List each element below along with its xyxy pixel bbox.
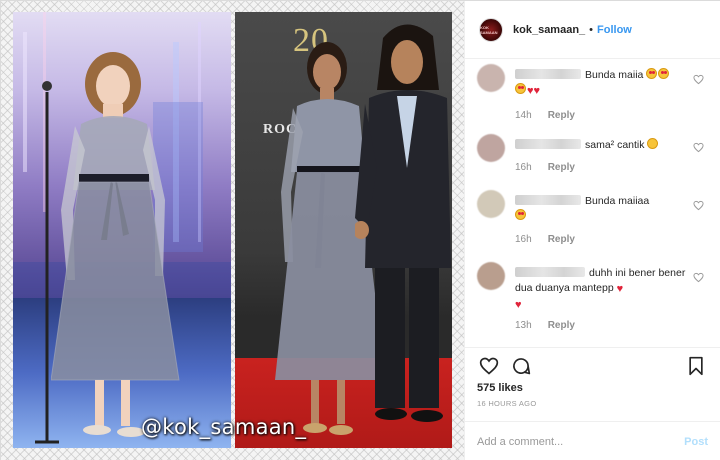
heart-eyes-emoji xyxy=(658,68,670,79)
instagram-post: 20 ROC @kok_samaan_ KOK SAMAAN kok_samaa… xyxy=(0,0,720,460)
comment-meta: 14h Reply xyxy=(515,110,575,121)
like-comment-heart-icon[interactable] xyxy=(693,200,704,211)
reply-button[interactable]: Reply xyxy=(548,234,575,245)
like-comment-heart-icon[interactable] xyxy=(693,142,704,153)
comment-item: Bunda maiia ♥♥ 14h Reply xyxy=(477,64,712,124)
commenter-avatar[interactable] xyxy=(477,262,505,290)
blurred-username[interactable] xyxy=(515,195,581,205)
reply-button[interactable]: Reply xyxy=(548,320,575,331)
comment-time: 16h xyxy=(515,162,532,173)
comment-time: 13h xyxy=(515,320,532,331)
separator-dot: • xyxy=(589,23,594,36)
comment-text: duhh ini bener bener dua duanya mantepp … xyxy=(515,266,688,313)
heart-eyes-emoji xyxy=(515,209,526,220)
comment-text: Bunda maiia ♥♥ xyxy=(515,68,688,99)
comment-meta: 13h Reply xyxy=(515,320,575,331)
avatar[interactable]: KOK SAMAAN xyxy=(479,17,503,42)
man-in-dark-suit xyxy=(355,24,451,422)
reply-button[interactable]: Reply xyxy=(548,110,575,121)
comment-body: Bunda maiia xyxy=(585,69,644,81)
likes-count[interactable]: 575 likes xyxy=(477,382,708,394)
red-heart-emoji: ♥ xyxy=(616,283,624,295)
comments-list: Bunda maiia ♥♥ 14h Reply sama² cantik 16h… xyxy=(465,60,720,347)
comment-meta: 16h Reply xyxy=(515,234,575,245)
post-timestamp[interactable]: 16 HOURS AGO xyxy=(477,399,708,408)
comment-body: Bunda maiiaa xyxy=(585,195,650,207)
save-button[interactable] xyxy=(684,354,708,378)
follow-button[interactable]: Follow xyxy=(597,24,632,36)
blurred-username[interactable] xyxy=(515,69,581,79)
blurred-username[interactable] xyxy=(515,139,581,149)
bookmark-icon xyxy=(689,356,703,376)
heart-eyes-emoji xyxy=(515,83,526,94)
comment-item: sama² cantik 16h Reply xyxy=(477,134,712,184)
post-actions: 575 likes 16 HOURS AGO xyxy=(465,347,720,415)
comment-text: Bunda maiiaa xyxy=(515,194,688,224)
like-comment-heart-icon[interactable] xyxy=(693,74,704,85)
comment-time: 16h xyxy=(515,234,532,245)
comment-button[interactable] xyxy=(509,354,533,378)
like-button[interactable] xyxy=(477,354,501,378)
red-heart-emoji: ♥ xyxy=(515,299,522,311)
username-link[interactable]: kok_samaan_ xyxy=(513,24,585,36)
commenter-avatar[interactable] xyxy=(477,190,505,218)
watermark: @kok_samaan_ xyxy=(141,415,307,439)
comment-item: Bunda maiiaa 16h Reply xyxy=(477,190,712,250)
post-sidebar: KOK SAMAAN kok_samaan_ • Follow Bunda ma… xyxy=(464,1,720,460)
comment-body: sama² cantik xyxy=(585,139,645,151)
like-comment-heart-icon[interactable] xyxy=(693,272,704,283)
comment-input[interactable] xyxy=(477,435,685,448)
comment-time: 14h xyxy=(515,110,532,121)
avatar-logo-text: KOK SAMAAN xyxy=(480,24,498,35)
woman-in-grey-dress xyxy=(51,52,180,437)
red-carpet-photo: 20 ROC xyxy=(235,12,452,448)
post-header: KOK SAMAAN kok_samaan_ • Follow xyxy=(465,1,720,59)
stage-photo xyxy=(13,12,231,448)
comment-meta: 16h Reply xyxy=(515,162,575,173)
blurred-username[interactable] xyxy=(515,267,585,277)
comment-text: sama² cantik xyxy=(515,138,688,153)
add-comment-bar: Post xyxy=(465,421,720,460)
comment-bubble-icon xyxy=(513,358,531,375)
comment-item: duhh ini bener bener dua duanya mantepp … xyxy=(477,262,712,342)
reply-button[interactable]: Reply xyxy=(548,162,575,173)
heart-icon xyxy=(479,357,499,375)
action-icons xyxy=(477,354,708,378)
commenter-avatar[interactable] xyxy=(477,134,505,162)
post-image[interactable]: 20 ROC @kok_samaan_ xyxy=(1,1,464,460)
red-heart-emoji: ♥ xyxy=(533,85,541,97)
post-comment-button[interactable]: Post xyxy=(684,436,708,448)
smiling-emoji xyxy=(647,138,659,149)
heart-eyes-emoji xyxy=(646,68,658,79)
commenter-avatar[interactable] xyxy=(477,64,505,92)
